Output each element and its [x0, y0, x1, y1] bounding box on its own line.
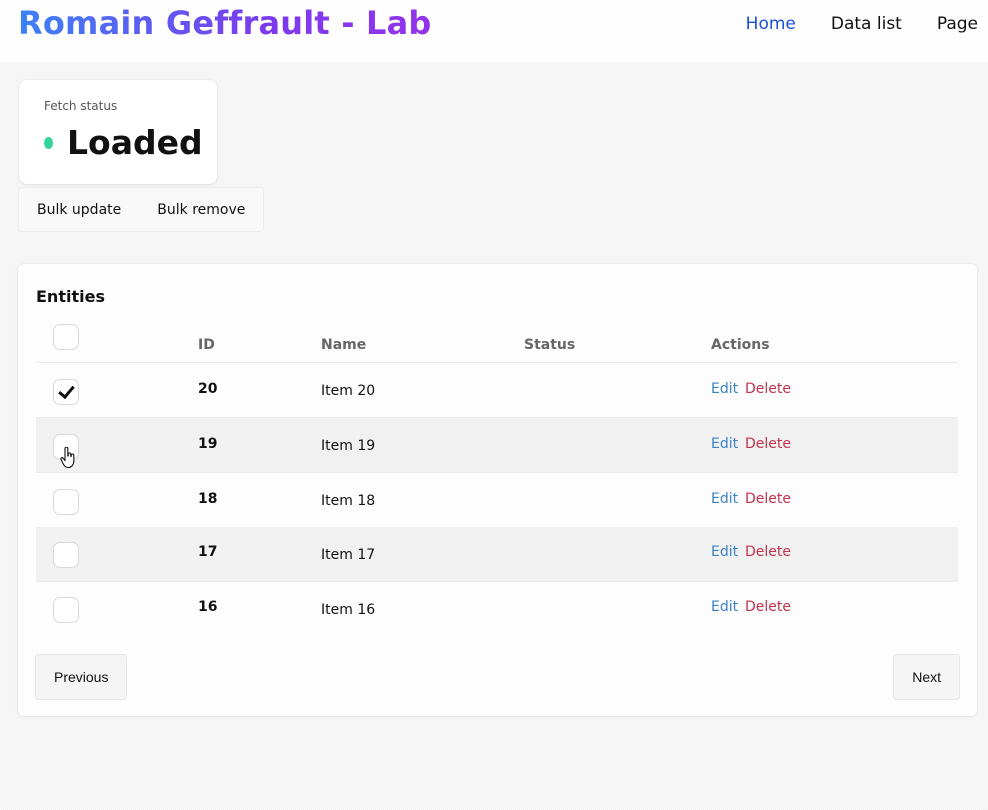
row-checkbox[interactable] [53, 597, 79, 623]
bulk-remove-button[interactable]: Bulk remove [139, 188, 263, 231]
brand-title[interactable]: Romain Geffrault - Lab [18, 4, 432, 42]
row-id: 19 [198, 436, 218, 452]
edit-link[interactable]: Edit [711, 599, 738, 615]
nav-data-list[interactable]: Data list [831, 14, 902, 34]
delete-link[interactable]: Delete [745, 599, 791, 615]
row-name: Item 18 [321, 493, 376, 509]
row-checkbox[interactable] [53, 542, 79, 568]
table-row: 16 Item 16 Edit Delete [36, 582, 958, 637]
fetch-status-value: Loaded [67, 123, 203, 162]
row-id: 16 [198, 599, 218, 615]
bulk-update-button[interactable]: Bulk update [19, 188, 139, 231]
fetch-status-card: Fetch status Loaded [19, 80, 217, 184]
table-row: 17 Item 17 Edit Delete [36, 527, 958, 582]
nav-page[interactable]: Page [937, 14, 978, 34]
status-dot-icon [44, 137, 53, 149]
nav-home[interactable]: Home [746, 14, 796, 34]
row-id: 20 [198, 381, 218, 397]
previous-button[interactable]: Previous [35, 654, 128, 700]
edit-link[interactable]: Edit [711, 436, 738, 452]
delete-link[interactable]: Delete [745, 436, 791, 452]
column-header-actions: Actions [711, 337, 770, 353]
top-nav: Home Data list Page [711, 14, 978, 34]
row-name: Item 17 [321, 547, 376, 563]
entities-card: Entities ID Name Status Actions 20 Item … [18, 264, 977, 716]
column-header-status: Status [524, 337, 576, 353]
row-id: 18 [198, 491, 218, 507]
edit-link[interactable]: Edit [711, 491, 738, 507]
row-name: Item 16 [321, 602, 376, 618]
row-checkbox[interactable] [53, 489, 79, 515]
delete-link[interactable]: Delete [745, 491, 791, 507]
column-header-id: ID [198, 337, 215, 353]
delete-link[interactable]: Delete [745, 381, 791, 397]
row-checkbox[interactable] [53, 379, 79, 405]
app-header: Romain Geffrault - Lab Home Data list Pa… [0, 0, 988, 62]
fetch-status-label: Fetch status [44, 99, 118, 113]
table-row: 20 Item 20 Edit Delete [36, 363, 958, 418]
column-header-name: Name [321, 337, 367, 353]
row-id: 17 [198, 544, 218, 560]
table-row: 19 Item 19 Edit Delete [36, 418, 958, 473]
row-name: Item 20 [321, 383, 376, 399]
table-header: ID Name Status Actions [36, 322, 958, 363]
next-button[interactable]: Next [893, 654, 960, 700]
edit-link[interactable]: Edit [711, 544, 738, 560]
entities-title: Entities [36, 287, 105, 306]
delete-link[interactable]: Delete [745, 544, 791, 560]
edit-link[interactable]: Edit [711, 381, 738, 397]
hand-pointer-icon [60, 447, 75, 469]
row-name: Item 19 [321, 438, 376, 454]
select-all-checkbox[interactable] [53, 324, 79, 350]
bulk-actions: Bulk update Bulk remove [18, 187, 265, 232]
table-row: 18 Item 18 Edit Delete [36, 473, 958, 528]
